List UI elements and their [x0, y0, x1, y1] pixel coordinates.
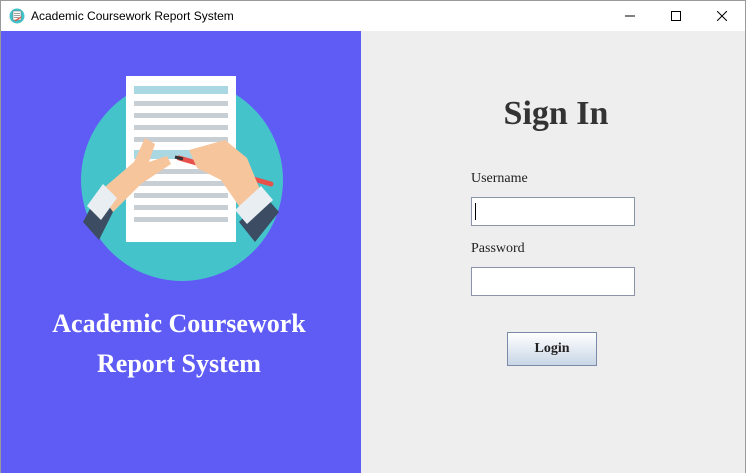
- app-notebook-icon: [9, 8, 25, 24]
- username-label: Username: [471, 171, 528, 186]
- minimize-button[interactable]: [607, 1, 653, 31]
- app-window: Academic Coursework Report System Academ…: [0, 0, 746, 473]
- maximize-icon: [671, 11, 681, 21]
- username-field[interactable]: [471, 197, 635, 226]
- branding-panel: Academic Coursework Report System: [1, 31, 361, 473]
- window-title: Academic Coursework Report System: [31, 9, 234, 23]
- signin-panel: Sign In Username Password Login: [361, 31, 745, 473]
- maximize-button[interactable]: [653, 1, 699, 31]
- minimize-icon: [625, 15, 635, 17]
- signin-heading: Sign In: [503, 95, 609, 132]
- password-label: Password: [471, 241, 525, 256]
- brand-title: Academic Coursework Report System: [1, 304, 357, 384]
- brand-title-line2: Report System: [97, 349, 261, 378]
- document-writing-illustration: [81, 76, 283, 281]
- close-button[interactable]: [699, 1, 745, 31]
- login-button[interactable]: Login: [507, 332, 597, 366]
- password-field[interactable]: [471, 267, 635, 296]
- text-caret: [475, 203, 476, 220]
- brand-title-line1: Academic Coursework: [52, 309, 306, 338]
- close-icon: [717, 11, 727, 21]
- title-bar[interactable]: Academic Coursework Report System: [1, 1, 745, 31]
